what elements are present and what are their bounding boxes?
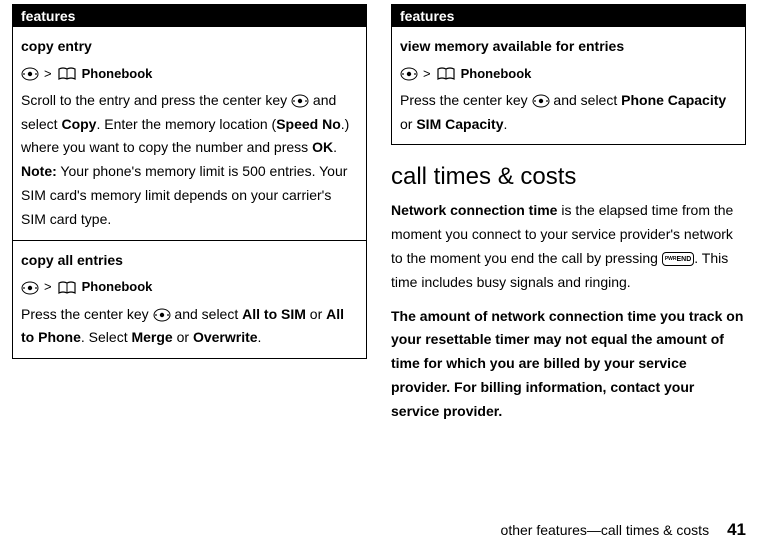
phonebook-icon <box>57 66 77 82</box>
note-text: Your phone's memory limit is 500 entries… <box>21 163 347 227</box>
text: or <box>306 306 326 322</box>
center-key-icon <box>21 281 39 295</box>
text: Press the center key <box>21 306 153 322</box>
merge-label: Merge <box>131 329 172 345</box>
right-feature-box: features view memory available for entri… <box>391 4 746 145</box>
section-title: call times & costs <box>391 163 746 191</box>
overwrite-label: Overwrite <box>193 329 258 345</box>
center-key-icon <box>532 94 550 108</box>
billing-disclaimer: The amount of network connection time yo… <box>391 308 743 419</box>
network-connection-time-label: Network connection time <box>391 202 557 218</box>
text: or <box>400 116 416 132</box>
copy-label: Copy <box>61 116 96 132</box>
copy-all-title: copy all entries <box>21 249 358 273</box>
text: or <box>173 329 193 345</box>
phonebook-icon <box>57 280 77 296</box>
view-memory-section: view memory available for entries > Phon… <box>392 27 745 144</box>
page-footer: other features—call times & costs 41 <box>391 510 746 540</box>
ok-label: OK <box>312 139 333 155</box>
speed-no-label: Speed No <box>276 116 341 132</box>
phonebook-label: Phonebook <box>82 63 153 85</box>
text: . <box>333 139 337 155</box>
footer-text: other features—call times & costs <box>501 522 710 538</box>
gt-symbol: > <box>44 276 52 298</box>
center-key-icon <box>21 67 39 81</box>
sim-capacity-label: SIM Capacity <box>416 116 503 132</box>
copy-entry-title: copy entry <box>21 35 358 59</box>
text: . <box>258 329 262 345</box>
center-key-icon <box>153 308 171 322</box>
para-1: Network connection time is the elapsed t… <box>391 199 746 294</box>
note-label: Note: <box>21 163 57 179</box>
left-feature-box: features copy entry > Phonebook Scroll t… <box>12 4 367 359</box>
text: and select <box>171 306 243 322</box>
nav-path: > Phonebook <box>21 63 358 85</box>
text: Scroll to the entry and press the center… <box>21 92 291 108</box>
copy-entry-note: Note: Your phone's memory limit is 500 e… <box>21 160 358 231</box>
view-memory-title: view memory available for entries <box>400 35 737 59</box>
nav-path: > Phonebook <box>400 63 737 85</box>
text: and select <box>550 92 622 108</box>
left-column: features copy entry > Phonebook Scroll t… <box>0 0 379 544</box>
text: . Select <box>81 329 132 345</box>
right-column: features view memory available for entri… <box>379 0 758 544</box>
right-body-text: Network connection time is the elapsed t… <box>391 199 746 433</box>
phonebook-icon <box>436 66 456 82</box>
copy-entry-section: copy entry > Phonebook Scroll to the ent… <box>13 27 366 240</box>
end-key-icon: PWREND <box>662 252 694 266</box>
phone-capacity-label: Phone Capacity <box>621 92 726 108</box>
features-header-left: features <box>13 5 366 27</box>
copy-all-body: Press the center key and select All to S… <box>21 303 358 351</box>
features-header-right: features <box>392 5 745 27</box>
phonebook-label: Phonebook <box>461 63 532 85</box>
copy-all-section: copy all entries > Phonebook Press the c… <box>13 240 366 358</box>
gt-symbol: > <box>44 63 52 85</box>
page-number: 41 <box>727 520 746 540</box>
copy-entry-body: Scroll to the entry and press the center… <box>21 89 358 160</box>
text: . Enter the memory location ( <box>96 116 276 132</box>
center-key-icon <box>291 94 309 108</box>
para-2: The amount of network connection time yo… <box>391 305 746 424</box>
nav-path: > Phonebook <box>21 276 358 298</box>
text: . <box>503 116 507 132</box>
text: Press the center key <box>400 92 532 108</box>
center-key-icon <box>400 67 418 81</box>
view-memory-body: Press the center key and select Phone Ca… <box>400 89 737 137</box>
phonebook-label: Phonebook <box>82 276 153 298</box>
gt-symbol: > <box>423 63 431 85</box>
all-to-sim-label: All to SIM <box>242 306 306 322</box>
